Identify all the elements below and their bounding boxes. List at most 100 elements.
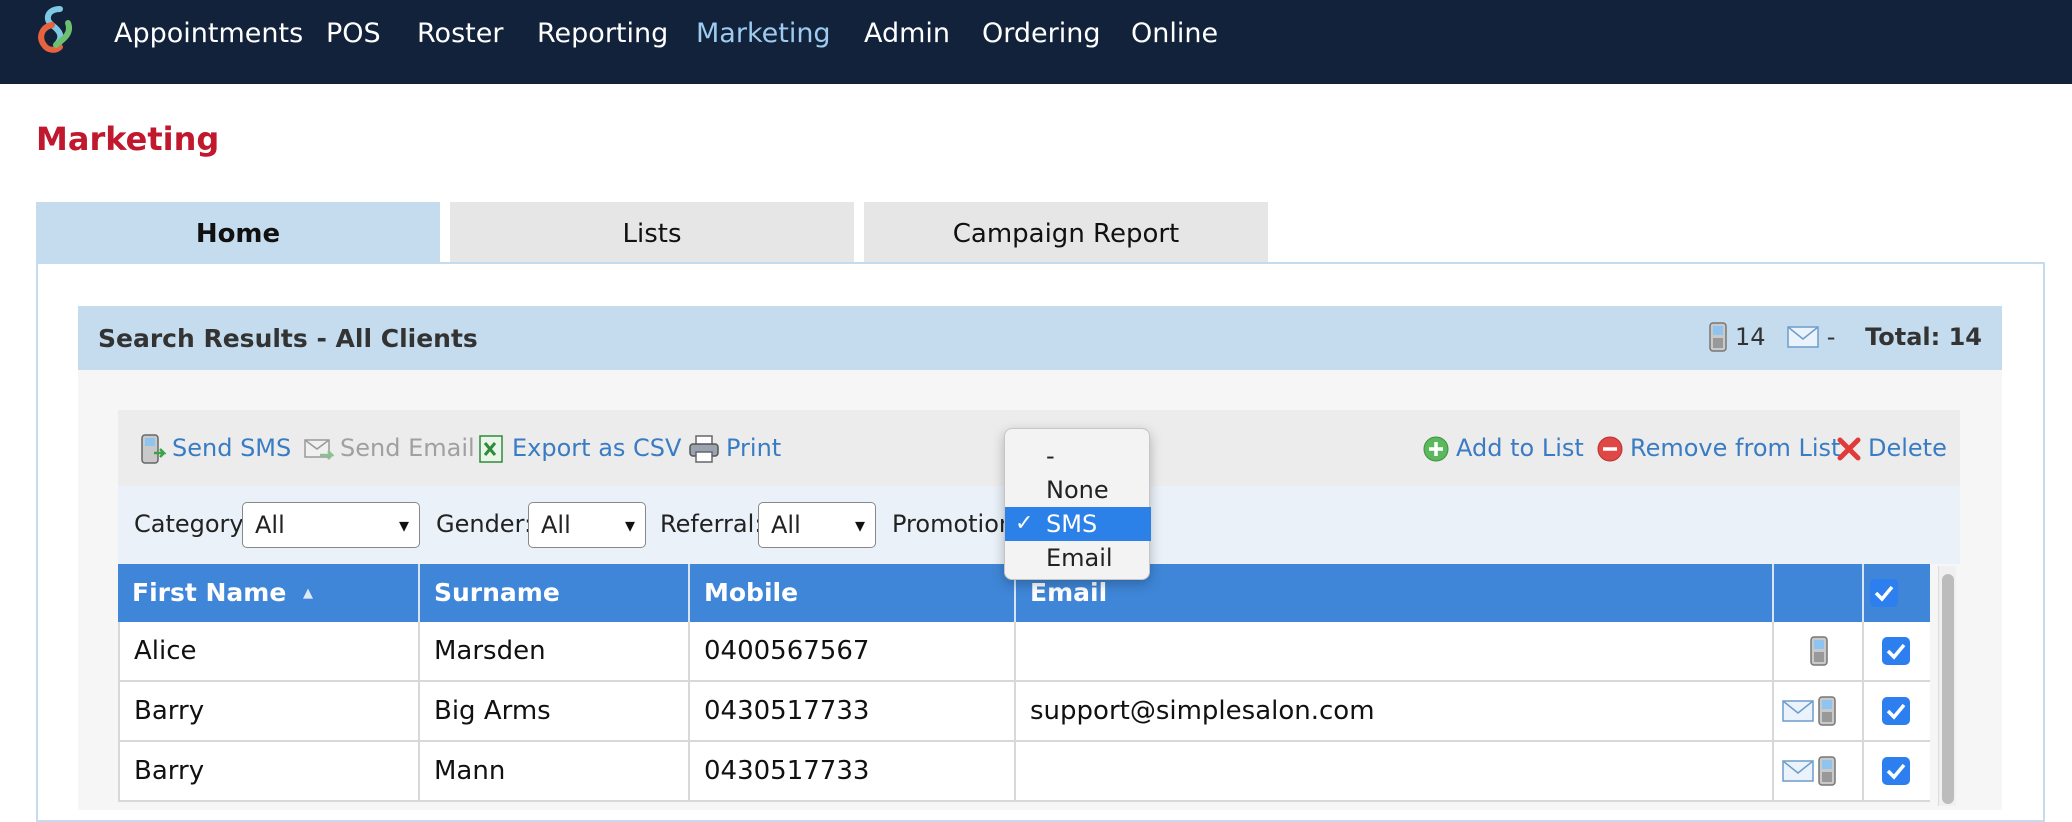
category-value: All <box>255 511 285 539</box>
results-header: Search Results - All Clients 14 - Total:… <box>78 306 2002 370</box>
printer-icon <box>689 435 719 463</box>
send-sms-button[interactable]: Send SMS <box>140 430 291 466</box>
export-csv-button[interactable]: Export as CSV <box>478 430 681 466</box>
nav-appointments[interactable]: Appointments <box>114 14 303 54</box>
mobile-phone-icon <box>1818 696 1836 726</box>
nav-pos[interactable]: POS <box>326 14 381 54</box>
cell-surname: Mann <box>420 742 690 800</box>
cell-select <box>1864 742 1930 800</box>
referral-value: All <box>771 511 801 539</box>
send-sms-icon <box>141 434 166 464</box>
column-header-first-name[interactable]: First Name ▲ <box>118 564 420 622</box>
gender-select[interactable]: All ▾ <box>528 502 646 548</box>
row-checkbox[interactable] <box>1882 637 1910 665</box>
results-stats: 14 - Total: 14 <box>1709 322 1982 352</box>
nav-ordering[interactable]: Ordering <box>982 14 1100 54</box>
nav-online[interactable]: Online <box>1131 14 1218 54</box>
column-header-surname[interactable]: Surname <box>420 564 690 622</box>
export-csv-label: Export as CSV <box>512 434 682 462</box>
promotion-option-none[interactable]: None <box>1005 473 1151 507</box>
checkmark-icon: ✓ <box>1015 511 1034 536</box>
table-scrollbar[interactable] <box>1938 566 1956 806</box>
remove-from-list-button[interactable]: Remove from List <box>1596 430 1840 466</box>
cell-first-name: Barry <box>118 742 420 800</box>
app-logo-icon[interactable] <box>30 3 80 65</box>
send-email-icon <box>304 439 334 460</box>
cell-select <box>1864 622 1930 680</box>
nav-admin[interactable]: Admin <box>864 14 950 54</box>
envelope-icon <box>1782 760 1814 782</box>
check-icon <box>1874 585 1894 602</box>
mobile-phone-icon <box>1709 322 1728 352</box>
remove-circle-icon <box>1597 436 1623 462</box>
cell-mobile: 0430517733 <box>690 742 1016 800</box>
column-header-select-all <box>1864 564 1930 622</box>
print-label: Print <box>726 434 782 462</box>
sms-count: 14 <box>1734 323 1766 351</box>
tab-lists[interactable]: Lists <box>450 202 854 262</box>
cell-first-name: Alice <box>118 622 420 680</box>
page-title: Marketing <box>36 120 220 158</box>
add-to-list-button[interactable]: Add to List <box>1422 430 1584 466</box>
chevron-down-icon: ▾ <box>398 513 409 537</box>
tab-campaign-report[interactable]: Campaign Report <box>864 202 1268 262</box>
promotion-dropdown[interactable]: - None ✓ SMS Email <box>1004 428 1151 580</box>
cell-select <box>1864 682 1930 740</box>
cell-contact-icons <box>1774 742 1864 800</box>
chevron-down-icon: ▾ <box>854 513 865 537</box>
promotion-option-email[interactable]: Email <box>1005 541 1151 575</box>
send-email-label: Send Email <box>340 434 475 462</box>
table-row[interactable]: Alice Marsden 0400567567 <box>118 622 1930 682</box>
referral-label: Referral: <box>660 510 763 538</box>
check-icon <box>1886 763 1906 780</box>
delete-label: Delete <box>1868 434 1947 462</box>
cell-surname: Marsden <box>420 622 690 680</box>
cell-email <box>1016 742 1774 800</box>
promotion-option-sms[interactable]: ✓ SMS <box>1005 507 1151 541</box>
cell-surname: Big Arms <box>420 682 690 740</box>
print-button[interactable]: Print <box>688 430 781 466</box>
cell-email <box>1016 622 1774 680</box>
nav-marketing[interactable]: Marketing <box>696 14 831 54</box>
delete-x-icon <box>1837 437 1861 461</box>
promotion-option-dash[interactable]: - <box>1005 439 1151 473</box>
promotion-label: Promotion <box>892 510 1015 538</box>
cell-email: support@simplesalon.com <box>1016 682 1774 740</box>
table-row[interactable]: Barry Big Arms 0430517733 support@simple… <box>118 682 1930 742</box>
email-count: - <box>1826 323 1836 351</box>
delete-button[interactable]: Delete <box>1836 430 1947 466</box>
referral-select[interactable]: All ▾ <box>758 502 876 548</box>
export-csv-icon <box>479 435 503 463</box>
sort-ascending-icon: ▲ <box>303 586 314 601</box>
add-to-list-label: Add to List <box>1456 434 1584 462</box>
row-checkbox[interactable] <box>1882 697 1910 725</box>
check-icon <box>1886 703 1906 720</box>
table-row[interactable]: Barry Mann 0430517733 <box>118 742 1930 802</box>
remove-from-list-label: Remove from List <box>1630 434 1841 462</box>
envelope-icon <box>1787 326 1819 348</box>
results-title: Search Results - All Clients <box>98 324 478 353</box>
gender-value: All <box>541 511 571 539</box>
send-sms-label: Send SMS <box>172 434 292 462</box>
send-email-button[interactable]: Send Email <box>304 430 475 466</box>
cell-mobile: 0400567567 <box>690 622 1016 680</box>
cell-first-name: Barry <box>118 682 420 740</box>
nav-roster[interactable]: Roster <box>417 14 503 54</box>
nav-reporting[interactable]: Reporting <box>537 14 668 54</box>
gender-label: Gender: <box>436 510 533 538</box>
tab-home[interactable]: Home <box>36 202 440 262</box>
category-select[interactable]: All ▾ <box>242 502 420 548</box>
cell-mobile: 0430517733 <box>690 682 1016 740</box>
check-icon <box>1886 643 1906 660</box>
scrollbar-thumb[interactable] <box>1942 574 1954 804</box>
mobile-phone-icon <box>1810 636 1828 666</box>
first-name-header-label: First Name <box>132 578 287 607</box>
column-header-mobile[interactable]: Mobile <box>690 564 1016 622</box>
category-label: Category: <box>134 510 250 538</box>
promotion-option-sms-label: SMS <box>1046 510 1098 538</box>
cell-contact-icons <box>1774 622 1864 680</box>
add-circle-icon <box>1423 436 1449 462</box>
select-all-checkbox[interactable] <box>1870 579 1898 607</box>
envelope-icon <box>1782 700 1814 722</box>
row-checkbox[interactable] <box>1882 757 1910 785</box>
